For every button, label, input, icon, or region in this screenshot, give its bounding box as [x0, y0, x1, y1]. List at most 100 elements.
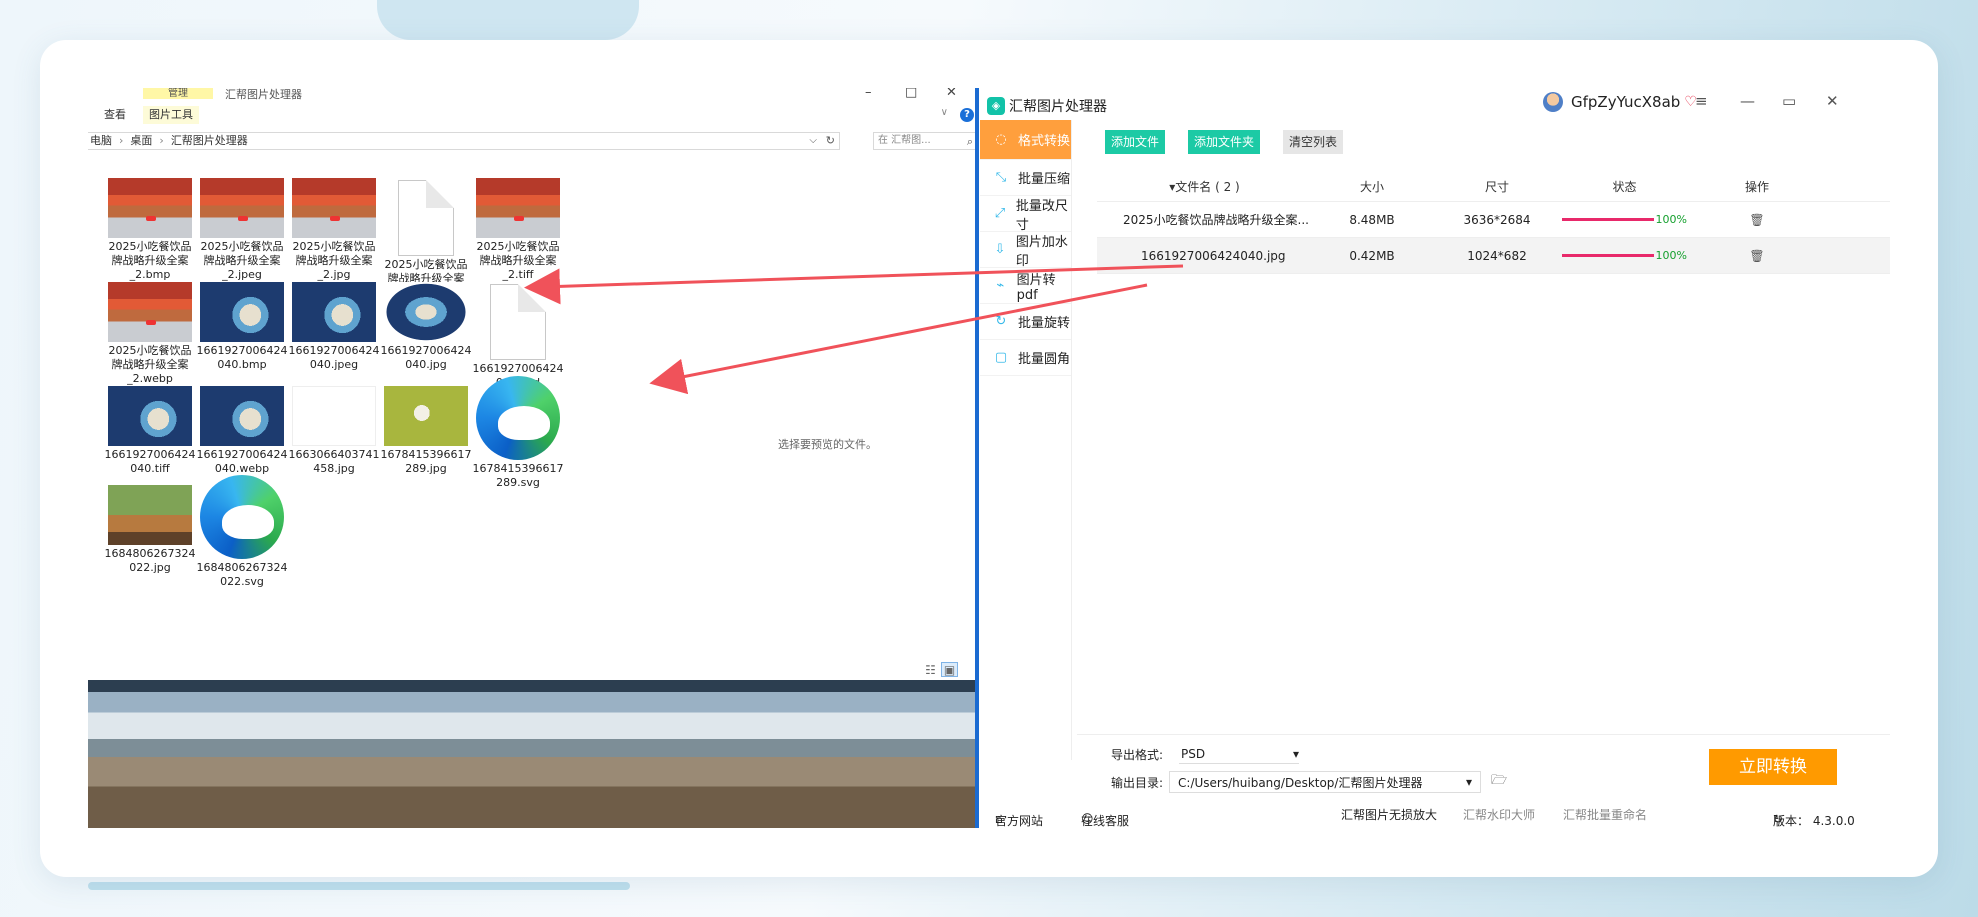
clear-list-button[interactable]: 清空列表: [1283, 130, 1344, 154]
file-name-line: 2025小吃餐饮品: [476, 240, 560, 253]
help-icon[interactable]: ?: [960, 108, 974, 122]
details-view-icon[interactable]: ☷: [922, 663, 939, 678]
file-item[interactable]: 1661927006424 040.bmp: [192, 282, 292, 372]
large-icons-view-icon[interactable]: ▣: [941, 662, 958, 677]
footer-link-upscale[interactable]: 汇帮图片无损放大: [1341, 806, 1437, 823]
file-name-line: _2.tiff: [502, 268, 534, 281]
file-item[interactable]: 1678415396617 289.svg: [468, 376, 568, 490]
header-dimensions: 尺寸: [1484, 180, 1509, 194]
username: GfpZyYucX8ab: [1571, 93, 1681, 111]
table-row[interactable]: 1661927006424040.jpg 0.42MB 1024*682 100% 🗑: [1097, 238, 1890, 274]
minimize-icon[interactable]: –: [865, 88, 872, 100]
output-dir-select[interactable]: C:/Users/huibang/Desktop/汇帮图片处理器 ▾: [1169, 771, 1482, 793]
file-name-line: 1661927006424: [196, 448, 288, 461]
output-format-select[interactable]: PSD ▾: [1179, 744, 1300, 764]
convert-now-button[interactable]: 立即转换: [1709, 749, 1837, 785]
ribbon-tab-picture-tools[interactable]: 图片工具: [143, 106, 199, 124]
file-item[interactable]: 1661927006424 040.webp: [192, 386, 292, 476]
file-item[interactable]: 1684806267324 022.svg: [192, 475, 292, 589]
file-item[interactable]: 1661927006424 040.jpeg: [284, 282, 384, 372]
header-filename[interactable]: ▾文件名 ( 2 ): [1097, 178, 1312, 195]
close-icon[interactable]: ✕: [946, 88, 957, 100]
row-actions: 🗑: [1687, 213, 1827, 227]
file-item[interactable]: 2025小吃餐饮品 牌战略升级全案 _2.webp: [100, 282, 200, 386]
file-item[interactable]: 2025小吃餐饮品 牌战略升级全案 _2.jpg: [284, 178, 384, 282]
file-item[interactable]: 1661927006424 040.tiff: [100, 386, 200, 476]
add-folder-button[interactable]: 添加文件夹: [1188, 130, 1261, 154]
ribbon-context-tag[interactable]: 管理: [143, 88, 213, 99]
search-box[interactable]: 在 汇帮图... ⌕: [873, 132, 977, 150]
file-name-line: _2.jpeg: [222, 268, 262, 281]
file-item[interactable]: 1663066403741 458.jpg: [284, 386, 384, 476]
sidebar-item[interactable]: ⤡ 批量压缩: [980, 160, 1071, 196]
sidebar-item[interactable]: ⌁ 图片转pdf: [980, 268, 1071, 304]
convert-icon: ◌: [995, 131, 1007, 147]
file-item[interactable]: 2025小吃餐饮品 牌战略升级全案 _2.tiff: [468, 178, 568, 282]
address-bar[interactable]: 电脑 › 桌面 › 汇帮图片处理器 ⌵ ↻: [88, 132, 840, 150]
progress-label: 100%: [1655, 213, 1687, 226]
menu-icon[interactable]: ≡: [1695, 92, 1708, 110]
file-name-line: 458.jpg: [313, 462, 355, 475]
trash-icon[interactable]: 🗑: [1749, 249, 1764, 263]
sidebar-item-label: 图片转pdf: [1016, 272, 1056, 303]
website-label: 官方网站: [995, 814, 1044, 828]
close-icon[interactable]: ✕: [1826, 92, 1839, 110]
minimize-icon[interactable]: —: [1740, 92, 1755, 110]
footer: ⌂ 官方网站 ☺ 在线客服 汇帮图片无损放大 汇帮水印大师 汇帮批量重命名 ↻ …: [975, 800, 1890, 828]
caret-down-icon: ▾: [1293, 746, 1300, 761]
footer-link-rename[interactable]: 汇帮批量重命名: [1563, 806, 1647, 823]
file-item[interactable]: 1684806267324 022.jpg: [100, 485, 200, 575]
sidebar-item[interactable]: ↻ 批量旋转: [980, 304, 1071, 340]
file-name-line: _2.jpg: [317, 268, 351, 281]
row-dimensions: 3636*2684: [1463, 212, 1531, 227]
image-thumbnail: [108, 178, 192, 238]
search-icon[interactable]: ⌕: [967, 134, 973, 150]
folder-open-icon[interactable]: 🗁: [1491, 771, 1507, 793]
output-format-row: 导出格式: PSD ▾: [1111, 744, 1300, 764]
sidebar-item-label: 批量改尺寸: [1015, 198, 1068, 233]
header-actions: 操作: [1744, 180, 1769, 194]
file-item[interactable]: 1661927006424 040.jpg: [376, 282, 476, 372]
file-item[interactable]: 2025小吃餐饮品 牌战略升级全案 _2.bmp: [100, 178, 200, 282]
breadcrumb-desktop[interactable]: 桌面: [130, 134, 152, 147]
header-filename-label: 文件名 ( 2 ): [1175, 180, 1240, 194]
table-row[interactable]: 2025小吃餐饮品牌战略升级全案... 8.48MB 3636*2684 100% 🗑: [1097, 202, 1890, 238]
explorer-window-title: 汇帮图片处理器: [225, 88, 302, 101]
sidebar-item[interactable]: ⇩ 图片加水印: [980, 232, 1071, 269]
window-edge: [975, 88, 979, 828]
add-file-button[interactable]: 添加文件: [1105, 130, 1166, 154]
file-name-line: 289.svg: [496, 476, 540, 489]
chevron-down-icon[interactable]: ∨: [941, 107, 948, 118]
user-info[interactable]: GfpZyYucX8ab ♡: [1543, 92, 1697, 112]
file-name-line: 1661927006424: [380, 344, 472, 357]
file-name-line: 1661927006424: [472, 362, 564, 375]
file-name-line: 牌战略升级全案: [111, 358, 189, 371]
sidebar-item[interactable]: ▢ 批量圆角: [980, 340, 1071, 376]
file-item[interactable]: 1678415396617 289.jpg: [376, 386, 476, 476]
maximize-icon[interactable]: ▭: [1782, 92, 1796, 110]
avatar[interactable]: [1543, 92, 1563, 112]
ribbon-tab-view[interactable]: 查看: [98, 106, 132, 124]
breadcrumb-computer[interactable]: 电脑: [90, 134, 112, 147]
file-name-line: 1661927006424: [288, 344, 380, 357]
row-size: 0.42MB: [1349, 248, 1395, 263]
sidebar-item[interactable]: ◌ 格式转换: [980, 120, 1071, 160]
image-thumbnail: [476, 178, 560, 238]
header-status: 状态: [1612, 180, 1637, 194]
file-name-line: 牌战略升级全案: [203, 254, 281, 267]
output-format-value: PSD: [1181, 746, 1206, 761]
file-name-line: 040.jpg: [405, 358, 447, 371]
rounded-corner-icon: ▢: [994, 349, 1008, 365]
file-item[interactable]: 2025小吃餐饮品 牌战略升级全案 _2.jpeg: [192, 178, 292, 282]
output-dir-label: 输出目录:: [1111, 775, 1164, 790]
trash-icon[interactable]: 🗑: [1749, 213, 1764, 227]
sidebar-item[interactable]: ⤢ 批量改尺寸: [980, 196, 1071, 233]
breadcrumb-folder[interactable]: 汇帮图片处理器: [171, 134, 248, 147]
row-size: 8.48MB: [1349, 212, 1395, 227]
refresh-icon[interactable]: ↻: [826, 133, 835, 149]
output-dir-row: 输出目录: C:/Users/huibang/Desktop/汇帮图片处理器 ▾…: [1111, 771, 1507, 793]
address-dropdown-icon[interactable]: ⌵: [809, 133, 817, 149]
file-name-line: 2025小吃餐饮品: [108, 240, 192, 253]
maximize-icon[interactable]: □: [905, 88, 917, 100]
footer-link-watermark[interactable]: 汇帮水印大师: [1463, 806, 1535, 823]
